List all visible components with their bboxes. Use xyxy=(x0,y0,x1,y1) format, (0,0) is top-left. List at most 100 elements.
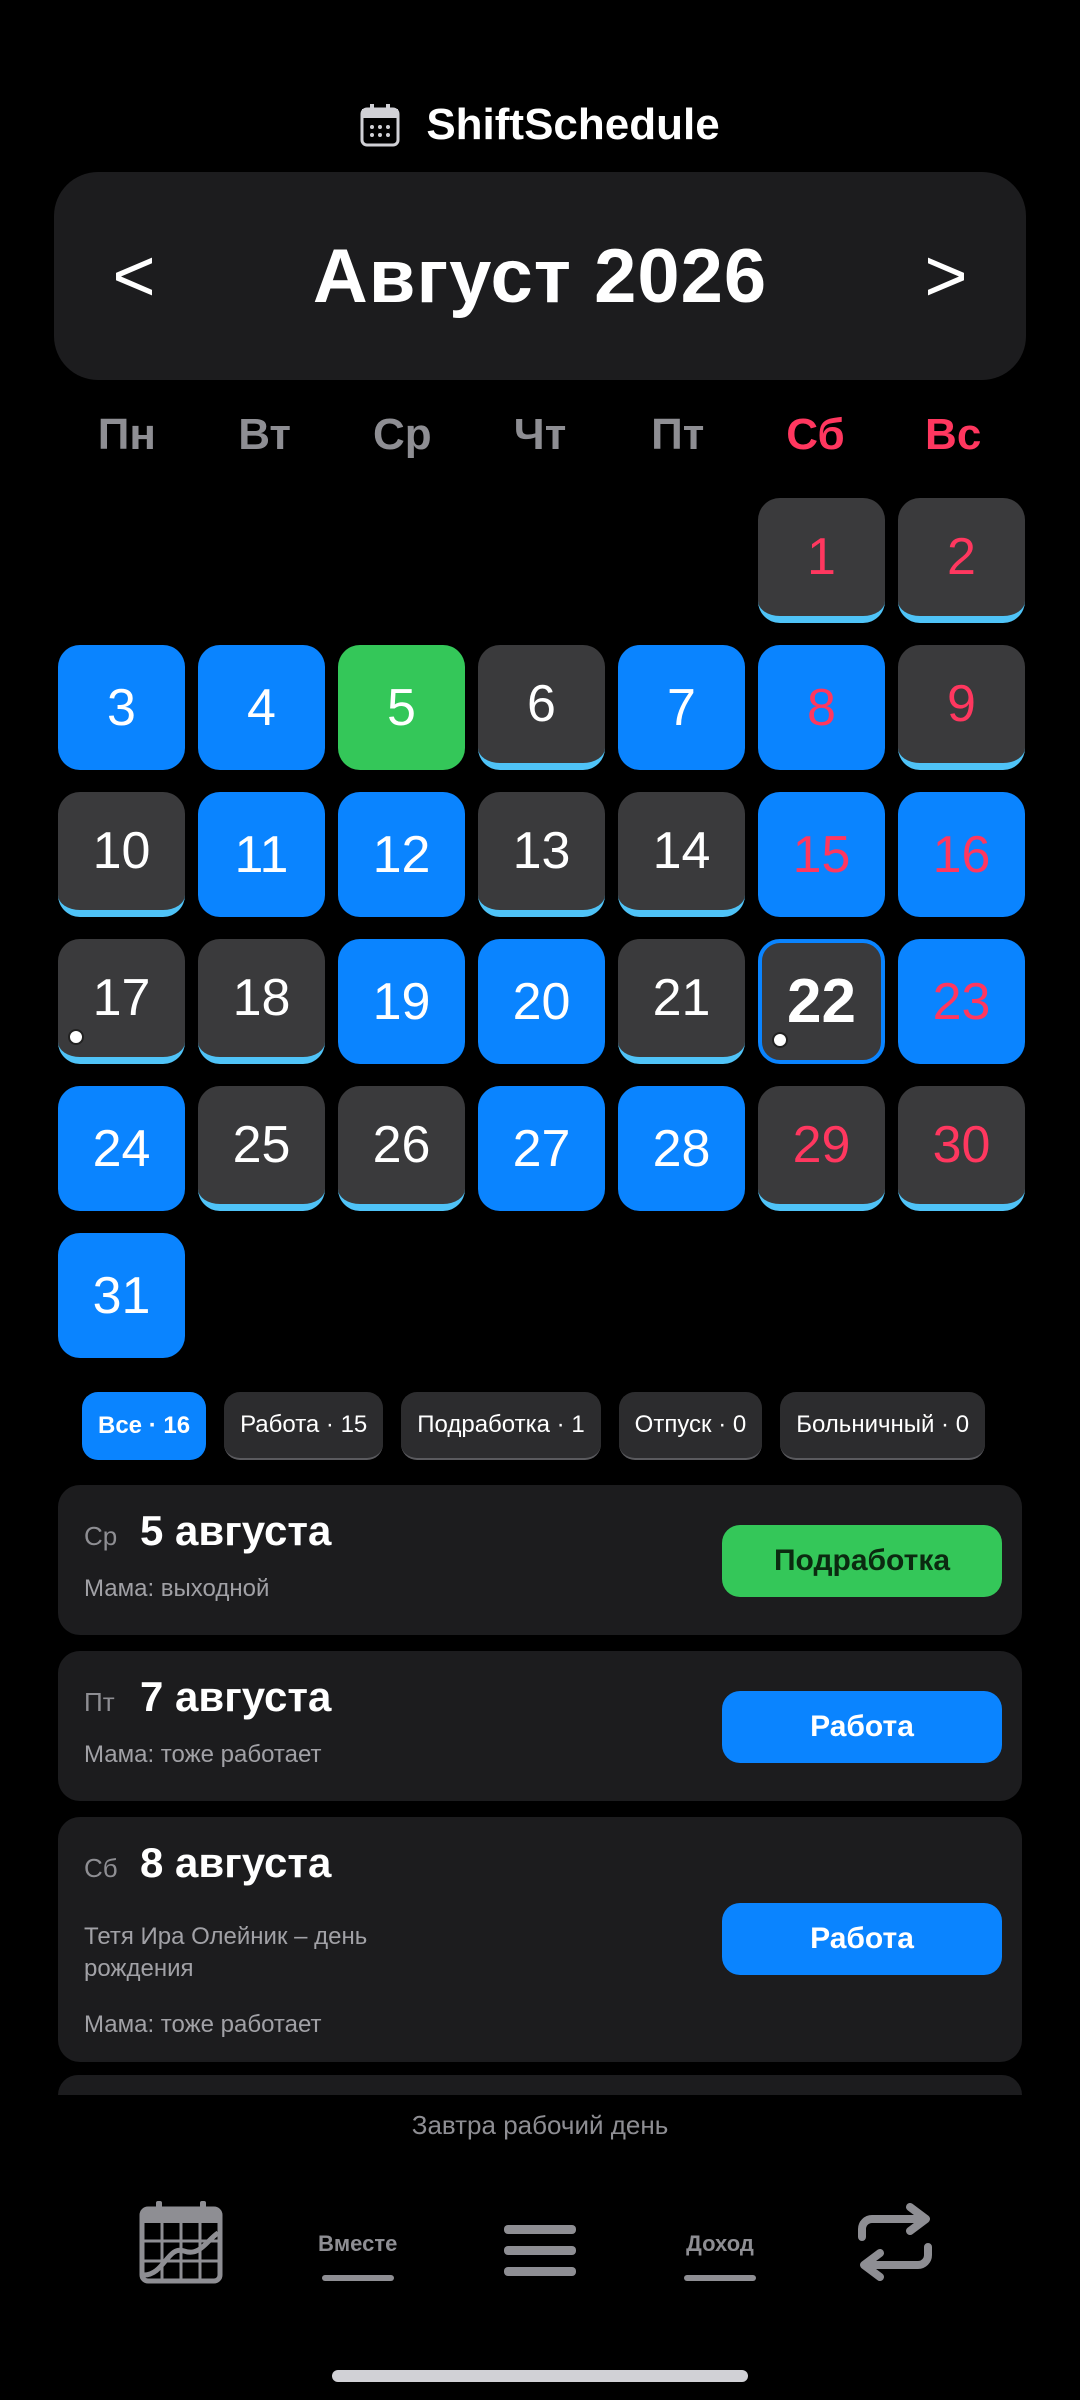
calendar-icon xyxy=(360,104,400,147)
event-weekday: Сб xyxy=(84,1853,118,1883)
day-number: 25 xyxy=(232,1116,291,1174)
day-cell[interactable]: 16 xyxy=(898,792,1025,917)
filter-vacation[interactable]: Отпуск · 0 xyxy=(618,1392,763,1460)
note-indicator-dot xyxy=(772,1032,788,1048)
calendar-chart-icon xyxy=(139,2201,223,2284)
day-number: 17 xyxy=(92,969,151,1027)
day-cell[interactable]: 12 xyxy=(338,792,465,917)
app-title: ShiftSchedule xyxy=(426,100,720,149)
nav-together-label: Вместе xyxy=(318,2231,398,2256)
weekday-label: Чт xyxy=(513,410,567,459)
shift-type-badge[interactable]: Работа xyxy=(722,1691,1002,1763)
nav-together[interactable]: Вместе xyxy=(318,2231,397,2281)
app-bar: ShiftSchedule xyxy=(0,95,1080,155)
day-number: 27 xyxy=(512,1119,571,1178)
event-card-peek xyxy=(58,2075,1022,2095)
day-cell[interactable]: 29 xyxy=(758,1086,885,1211)
nav-income[interactable]: Доход xyxy=(684,2231,756,2281)
day-cell[interactable]: 28 xyxy=(618,1086,745,1211)
day-number: 12 xyxy=(372,825,431,884)
filter-chips: Все · 16 Работа · 15 Подработка · 1 Отпу… xyxy=(82,1392,986,1460)
weekday-header: Пн Вт Ср Чт Пт Сб Вс xyxy=(58,410,1022,460)
nav-menu[interactable] xyxy=(504,2223,576,2279)
day-cell[interactable]: 10 xyxy=(58,792,185,917)
day-cell[interactable]: 19 xyxy=(338,939,465,1064)
filter-work[interactable]: Работа · 15 xyxy=(224,1392,384,1460)
weekday-label: Ср xyxy=(372,410,432,459)
day-cell[interactable]: 2 xyxy=(898,498,1025,623)
day-cell[interactable]: 25 xyxy=(198,1086,325,1211)
day-number: 5 xyxy=(387,678,416,737)
day-number: 29 xyxy=(792,1116,851,1174)
day-number: 23 xyxy=(932,972,991,1031)
day-cell[interactable]: 9 xyxy=(898,645,1025,770)
event-card[interactable]: Ср 5 августа Мама: выходной Подработка xyxy=(58,1485,1022,1635)
home-indicator[interactable] xyxy=(332,2370,748,2382)
status-text: Завтра рабочий день xyxy=(411,2110,669,2140)
shift-type-badge[interactable]: Подработка xyxy=(722,1525,1002,1597)
day-number: 9 xyxy=(947,675,976,733)
day-cell[interactable]: 26 xyxy=(338,1086,465,1211)
day-number: 21 xyxy=(652,969,711,1027)
day-cell[interactable]: 30 xyxy=(898,1086,1025,1211)
prev-month-button[interactable]: < xyxy=(54,239,214,313)
day-number: 19 xyxy=(372,972,431,1031)
filter-sick-leave[interactable]: Больничный · 0 xyxy=(780,1392,986,1460)
sync-icon xyxy=(858,2203,932,2281)
day-number: 4 xyxy=(247,678,276,737)
day-cell[interactable]: 6 xyxy=(478,645,605,770)
day-cell[interactable]: 27 xyxy=(478,1086,605,1211)
nav-indicator xyxy=(321,2275,394,2281)
weekday-label: Вс xyxy=(925,410,982,459)
day-cell[interactable]: 4 xyxy=(198,645,325,770)
day-number: 1 xyxy=(807,528,836,586)
day-number: 20 xyxy=(512,972,571,1031)
event-date: 5 августа xyxy=(140,1507,332,1554)
next-month-button[interactable]: > xyxy=(866,239,1026,313)
day-number: 22 xyxy=(787,967,856,1036)
event-card[interactable]: Пт 7 августа Мама: тоже работает Работа xyxy=(58,1651,1022,1801)
day-number: 24 xyxy=(92,1119,151,1178)
day-cell[interactable]: 15 xyxy=(758,792,885,917)
day-number: 2 xyxy=(947,528,976,586)
day-number: 7 xyxy=(667,678,696,737)
day-number: 14 xyxy=(652,822,711,880)
weekday-label: Пт xyxy=(651,410,705,459)
day-cell[interactable]: 11 xyxy=(198,792,325,917)
day-cell[interactable]: 3 xyxy=(58,645,185,770)
day-number: 13 xyxy=(512,822,571,880)
day-number: 10 xyxy=(92,822,151,880)
day-cell[interactable]: 14 xyxy=(618,792,745,917)
day-cell[interactable]: 24 xyxy=(58,1086,185,1211)
day-cell[interactable]: 31 xyxy=(58,1233,185,1358)
day-cell[interactable]: 22 xyxy=(758,939,885,1064)
day-number: 18 xyxy=(232,969,291,1027)
event-card[interactable]: Сб 8 августа Тетя Ира Олейник – день рож… xyxy=(58,1817,1022,2062)
day-number: 16 xyxy=(932,825,991,884)
event-date: 8 августа xyxy=(140,1839,332,1886)
day-cell[interactable]: 18 xyxy=(198,939,325,1064)
day-cell[interactable]: 21 xyxy=(618,939,745,1064)
nav-indicator xyxy=(684,2275,756,2281)
day-cell[interactable]: 7 xyxy=(618,645,745,770)
day-cell[interactable]: 17 xyxy=(58,939,185,1064)
day-cell[interactable]: 5 xyxy=(338,645,465,770)
month-title: Август 2026 xyxy=(312,233,768,319)
event-note: Тетя Ира Олейник – день рождения xyxy=(84,1923,368,1982)
shift-type-badge[interactable]: Работа xyxy=(722,1903,1002,1975)
day-number: 30 xyxy=(932,1116,991,1174)
day-cell[interactable]: 23 xyxy=(898,939,1025,1064)
bottom-navigation: Вместе Доход xyxy=(0,2195,1080,2305)
nav-sync[interactable] xyxy=(848,2203,942,2281)
day-cell[interactable]: 20 xyxy=(478,939,605,1064)
filter-side-job[interactable]: Подработка · 1 xyxy=(401,1392,601,1460)
day-cell[interactable]: 1 xyxy=(758,498,885,623)
filter-all[interactable]: Все · 16 xyxy=(82,1392,207,1460)
event-weekday: Пт xyxy=(84,1687,115,1717)
nav-income-label: Доход xyxy=(686,2231,754,2256)
day-cell[interactable]: 8 xyxy=(758,645,885,770)
menu-icon xyxy=(504,2225,576,2276)
nav-calendar[interactable] xyxy=(138,2199,224,2285)
day-cell[interactable]: 13 xyxy=(478,792,605,917)
day-number: 26 xyxy=(372,1116,431,1174)
